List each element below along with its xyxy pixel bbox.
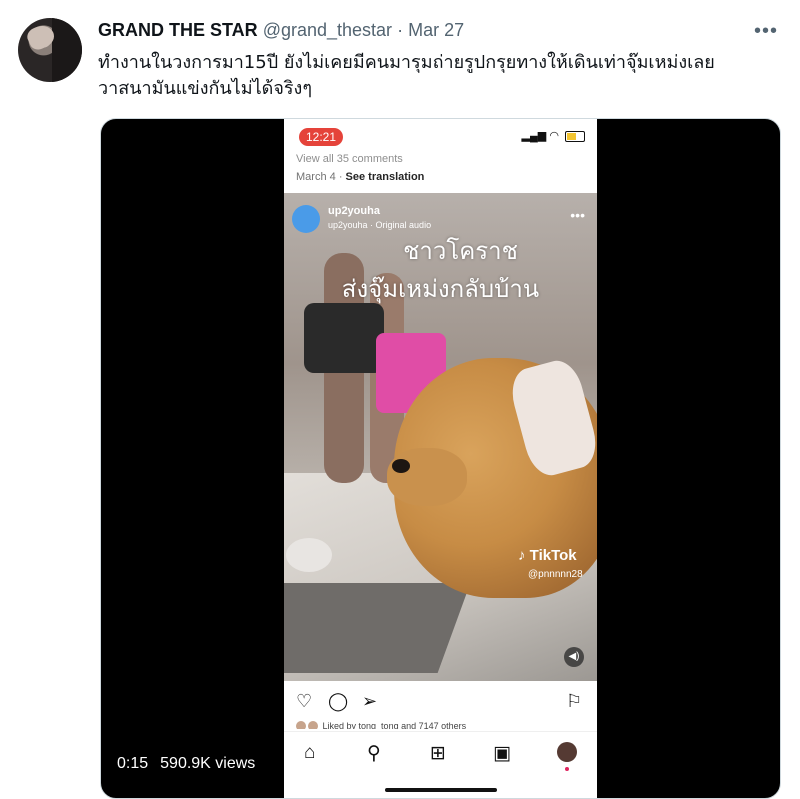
see-translation-link[interactable]: See translation — [346, 171, 425, 183]
reel-video[interactable]: up2youha up2youha · Original audio ••• ช… — [284, 193, 597, 681]
tiktok-label: TikTok — [529, 547, 577, 564]
battery-icon — [565, 130, 585, 142]
instagram-nav-bar: ⌂ ⚲ ⊞ ▣ — [284, 731, 597, 798]
tweet-text-line-2: วาสนามันแข่งกันไม่ได้จริงๆ — [98, 78, 313, 99]
reel-more-icon[interactable]: ••• — [570, 207, 585, 223]
video-stats-badge: 0:15 590.9K views — [111, 750, 262, 778]
liked-by-line: Liked by tong_tong and 7147 others — [296, 721, 586, 729]
phone-status-bar: 12:21 ▂▄▆ ◠ — [284, 119, 597, 153]
header-separator: · — [397, 20, 404, 40]
share-icon[interactable]: ➢ — [362, 691, 377, 712]
tweet-text: ทำงานในวงการมา15ปี ยังไม่เคยมีคนมารุมถ่า… — [98, 50, 778, 102]
dog-nose — [392, 459, 410, 473]
liker-avatar — [296, 721, 306, 729]
reel-username[interactable]: up2youha — [328, 205, 380, 217]
video-duration: 0:15 — [117, 755, 149, 772]
signal-icon: ▂▄▆ — [521, 130, 547, 142]
more-icon[interactable]: ••• — [754, 20, 778, 43]
post-date: March 4 — [296, 171, 336, 183]
profile-avatar[interactable] — [557, 742, 577, 762]
reel-audio[interactable]: up2youha · Original audio — [328, 220, 431, 230]
liker-avatar — [308, 721, 318, 729]
tweet-date[interactable]: Mar 27 — [408, 20, 464, 40]
slipper — [286, 538, 332, 572]
bookmark-icon[interactable]: ⚐ — [566, 691, 582, 712]
post-date-separator: · — [338, 171, 343, 183]
reels-icon[interactable]: ▣ — [493, 742, 511, 765]
video-player[interactable]: 12:21 ▂▄▆ ◠ View all 35 comments March 4… — [100, 118, 781, 799]
dog-snout — [387, 448, 467, 506]
avatar-hair — [52, 18, 82, 82]
wifi-icon: ◠ — [549, 130, 559, 142]
home-icon[interactable]: ⌂ — [304, 742, 315, 764]
search-icon[interactable]: ⚲ — [367, 742, 381, 765]
notification-dot — [565, 767, 569, 771]
like-icon[interactable]: ♡ — [296, 691, 312, 712]
tiktok-icon: ♪ — [518, 547, 526, 564]
floor-tile — [284, 583, 471, 673]
volume-icon[interactable]: ◀) — [564, 647, 584, 667]
video-caption-line-2: ส่งจุ๊มเหม่งกลับบ้าน — [341, 275, 540, 303]
view-comments-link[interactable]: View all 35 comments — [296, 153, 403, 165]
home-indicator — [385, 788, 497, 792]
phone-screen-recording: 12:21 ▂▄▆ ◠ View all 35 comments March 4… — [284, 119, 597, 798]
status-icons: ▂▄▆ ◠ — [522, 129, 585, 142]
add-post-icon[interactable]: ⊞ — [430, 742, 446, 765]
status-time: 12:21 — [299, 128, 343, 146]
tiktok-user: @pnnnnn28 — [528, 569, 583, 580]
post-date-line: March 4 · See translation — [296, 171, 424, 183]
person-shorts — [304, 303, 384, 373]
reel-user-avatar[interactable] — [292, 205, 320, 233]
comment-icon[interactable]: ◯ — [328, 691, 348, 712]
tiktok-watermark: ♪ TikTok — [518, 547, 577, 564]
author-name[interactable]: GRAND THE STAR — [98, 20, 258, 40]
author-avatar[interactable] — [18, 18, 82, 82]
tweet-header: GRAND THE STAR @grand_thestar · Mar 27 — [98, 20, 464, 42]
post-actions: ♡ ◯ ➢ ⚐ — [284, 687, 597, 717]
liked-by-text[interactable]: Liked by tong_tong and 7147 others — [323, 721, 467, 729]
tweet-text-line-1: ทำงานในวงการมา15ปี ยังไม่เคยมีคนมารุมถ่า… — [98, 52, 715, 73]
author-handle[interactable]: @grand_thestar — [263, 20, 392, 40]
video-views: 590.9K views — [160, 755, 256, 772]
video-caption-line-1: ชาวโคราช — [403, 237, 518, 265]
